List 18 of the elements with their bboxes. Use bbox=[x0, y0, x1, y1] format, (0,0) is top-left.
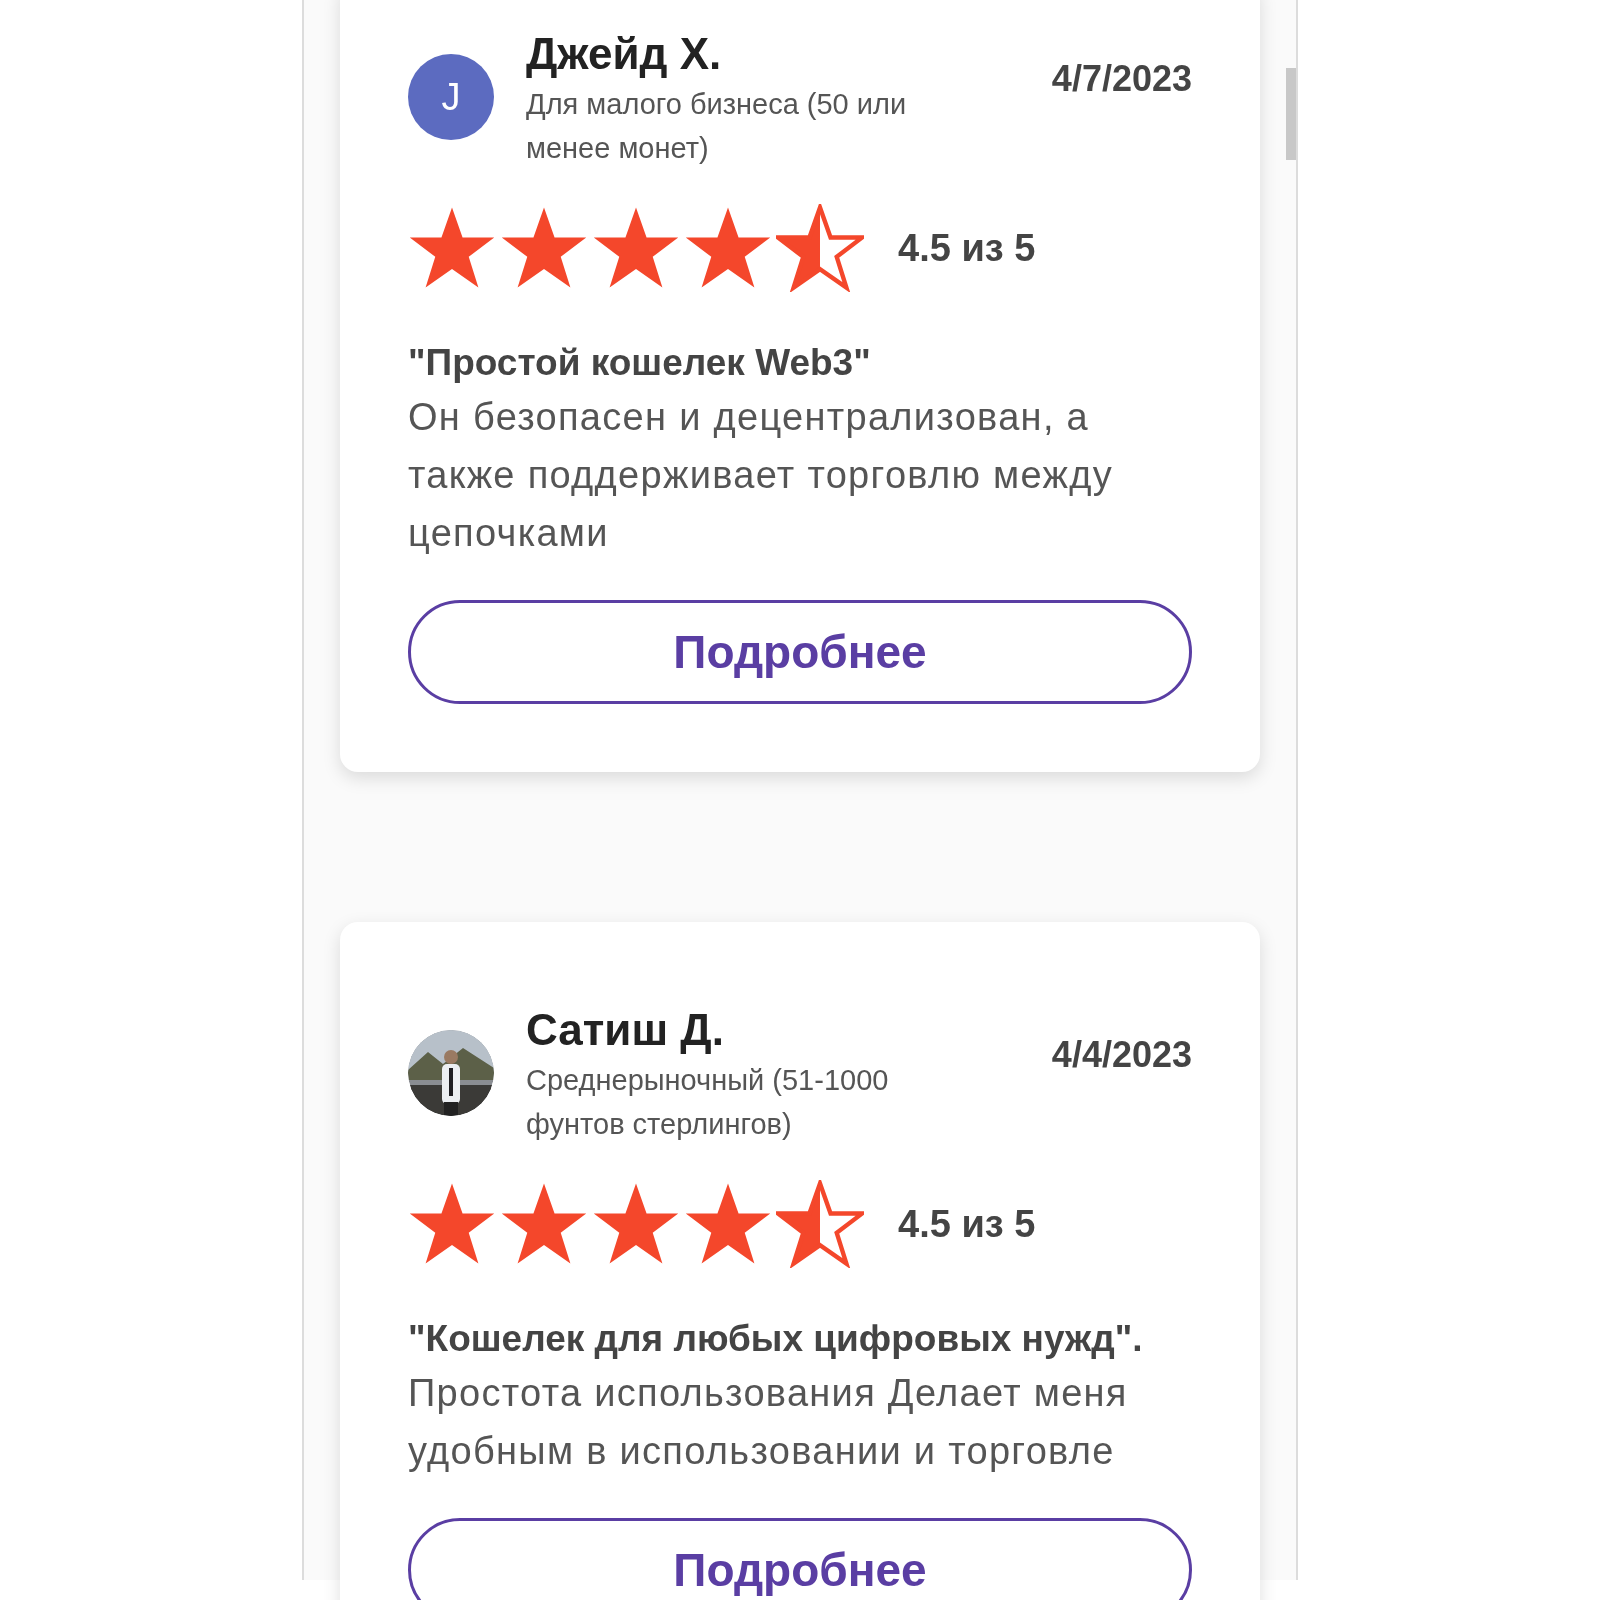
review-title: "Простой кошелек Web3" bbox=[408, 341, 872, 385]
rating-text: 4.5 из 5 bbox=[898, 225, 1036, 271]
review-title: "Кошелек для любых цифровых нужд". bbox=[408, 1317, 1144, 1361]
rating-text: 4.5 из 5 bbox=[898, 1201, 1036, 1247]
reviewer-subtitle: Среднерыночный (51-1000 фунтов стерлингов) bbox=[526, 1063, 890, 1142]
more-button[interactable]: Подробнее bbox=[408, 1518, 1192, 1600]
review-date: 4/4/2023 bbox=[1051, 1033, 1192, 1077]
scrollbar[interactable] bbox=[1286, 68, 1296, 160]
review-text: Он безопасен и децентрализован, а также поддерживает торговлю между цепочками bbox=[408, 395, 1114, 556]
reviewer-name: Сатиш Д. bbox=[526, 1004, 725, 1056]
reviewer-name: Джейд Х. bbox=[526, 28, 723, 80]
avatar: J bbox=[408, 54, 494, 140]
reviewer-subtitle: Для малого бизнеса (50 или менее монет) bbox=[526, 87, 908, 166]
half-star-icon bbox=[776, 204, 864, 292]
more-button[interactable]: Подробнее bbox=[408, 600, 1192, 704]
review-text: Простота использования Делает меня удобным в использовании и торговле bbox=[408, 1371, 1129, 1474]
review-date: 4/7/2023 bbox=[1051, 57, 1192, 101]
half-star-icon bbox=[776, 1180, 864, 1268]
